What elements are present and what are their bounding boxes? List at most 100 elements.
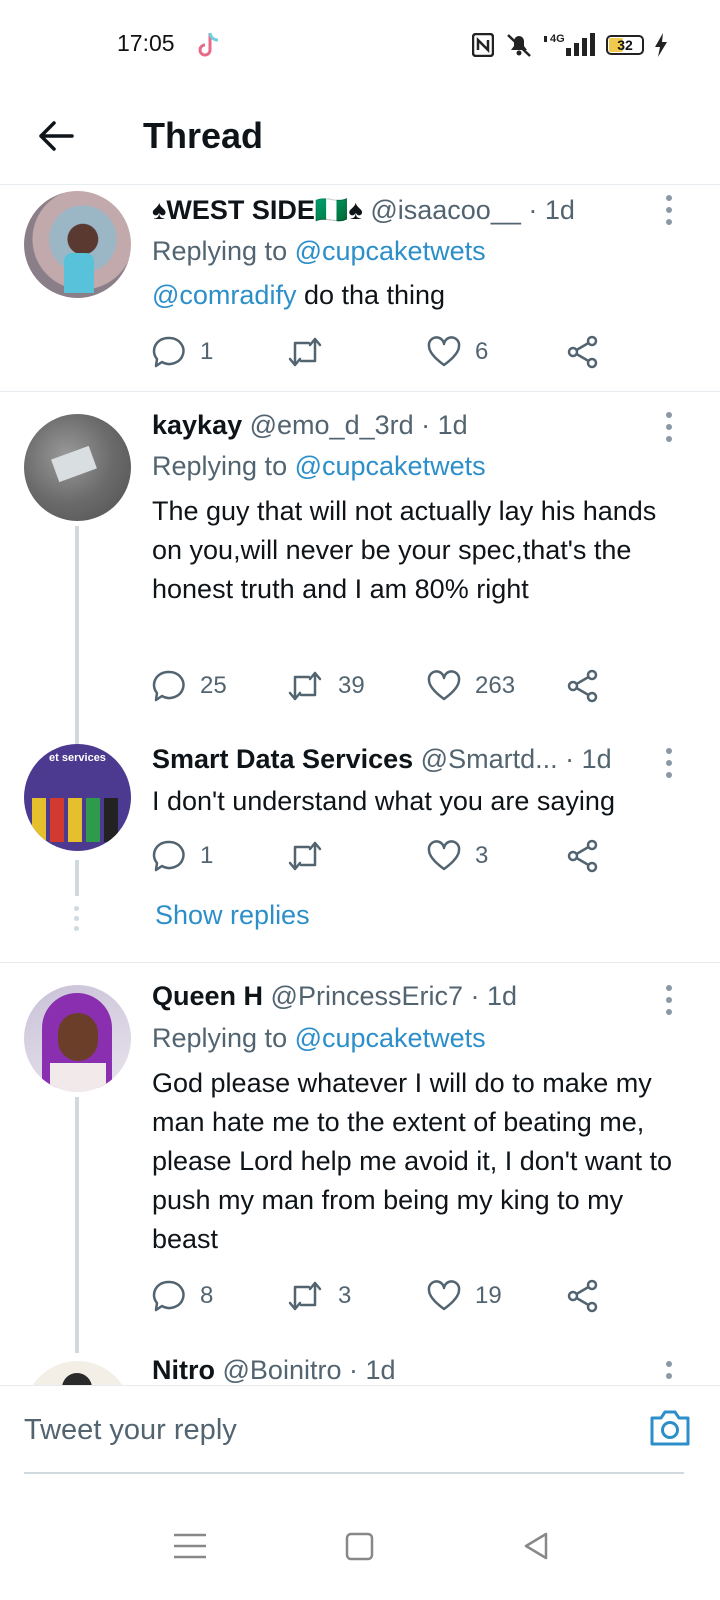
reply-button[interactable]: 1 — [152, 836, 213, 876]
retweet-button[interactable]: 39 — [286, 666, 365, 706]
more-options-icon[interactable] — [666, 748, 674, 784]
share-button[interactable] — [566, 332, 600, 372]
system-nav-bar — [0, 1490, 720, 1600]
tweet-text: @comradify do tha thing — [152, 280, 446, 310]
arrow-left-icon[interactable] — [36, 116, 76, 156]
thread-header: Thread — [0, 92, 720, 185]
mute-icon — [507, 34, 531, 57]
tweet-text: I don't understand what you are saying — [152, 786, 615, 816]
reply-input[interactable]: Tweet your reply — [24, 1414, 237, 1447]
nfc-icon — [472, 33, 494, 57]
camera-icon[interactable] — [648, 1406, 692, 1450]
avatar[interactable] — [24, 191, 131, 298]
avatar[interactable]: et services — [24, 744, 131, 851]
show-replies-link[interactable]: Show replies — [155, 900, 310, 931]
more-options-icon[interactable] — [666, 1361, 674, 1385]
tweet-actions: 1 3 — [152, 836, 622, 876]
replying-to: Replying to @cupcaketwets — [152, 236, 486, 266]
handle[interactable]: @isaacoo__ — [370, 195, 521, 225]
retweet-button[interactable] — [286, 332, 338, 372]
share-icon — [567, 839, 598, 873]
tweet[interactable]: et services Smart Data Services @Smartd.… — [0, 734, 720, 962]
reply-composer: Tweet your reply — [0, 1385, 720, 1491]
timestamp: · 1d — [528, 195, 575, 225]
tweet-actions: 8 3 19 — [152, 1276, 622, 1316]
svg-text:4G: 4G — [550, 33, 565, 45]
heart-icon — [427, 670, 461, 701]
like-button[interactable]: 19 — [427, 1276, 502, 1316]
display-name[interactable]: Queen H — [152, 981, 263, 1011]
tiktok-icon — [198, 32, 219, 57]
thread-line — [75, 860, 79, 896]
reply-icon — [152, 1280, 185, 1312]
more-options-icon[interactable] — [666, 985, 674, 1021]
share-icon — [567, 335, 598, 369]
share-button[interactable] — [566, 836, 600, 876]
heart-icon — [427, 336, 461, 367]
retweet-button[interactable]: 3 — [286, 1276, 351, 1316]
timestamp: · 1d — [565, 744, 612, 774]
tweet[interactable]: ♠WEST SIDE🇳🇬♠ @isaacoo__ · 1d Replying t… — [0, 185, 720, 391]
tweet[interactable]: kaykay @emo_d_3rd · 1d Replying to @cupc… — [0, 392, 720, 766]
page-title: Thread — [143, 115, 264, 156]
reply-button[interactable]: 8 — [152, 1276, 213, 1316]
share-button[interactable] — [566, 1276, 600, 1316]
replying-to: Replying to @cupcaketwets — [152, 1023, 486, 1053]
more-options-icon[interactable] — [666, 195, 674, 231]
more-replies-dots — [74, 906, 80, 936]
reply-input-underline — [24, 1472, 684, 1474]
share-icon — [567, 1279, 598, 1313]
tweet[interactable]: Nitro @Boinitro · 1d — [0, 1353, 720, 1385]
timestamp: · 1d — [421, 410, 468, 440]
display-name[interactable]: Nitro — [152, 1355, 215, 1385]
avatar[interactable] — [24, 1361, 131, 1385]
charging-icon — [655, 33, 667, 57]
timestamp: · 1d — [470, 981, 518, 1011]
tweet[interactable]: Queen H @PrincessEric7 · 1d Replying to … — [0, 963, 720, 1353]
tweet-text: God please whatever I will do to make my… — [152, 1068, 672, 1254]
tweet-text: The guy that will not actually lay his h… — [152, 496, 657, 604]
avatar[interactable] — [24, 985, 131, 1092]
tweet-actions: 1 6 — [152, 332, 622, 372]
thread-line — [75, 526, 79, 766]
reply-icon — [152, 840, 185, 872]
replying-to: Replying to @cupcaketwets — [152, 451, 486, 481]
like-button[interactable]: 3 — [427, 836, 488, 876]
reply-icon — [152, 670, 185, 702]
status-time: 17:05 — [117, 30, 175, 56]
retweet-button[interactable] — [286, 836, 338, 876]
home-square-icon[interactable] — [340, 1526, 380, 1566]
status-bar: 17:05 4G 32 — [0, 0, 720, 92]
reply-button[interactable]: 1 — [152, 332, 213, 372]
replying-to-link[interactable]: @cupcaketwets — [295, 236, 486, 266]
menu-icon[interactable] — [170, 1526, 210, 1566]
heart-icon — [427, 1280, 461, 1311]
display-name[interactable]: Smart Data Services — [152, 744, 413, 774]
handle[interactable]: @Boinitro — [223, 1355, 342, 1385]
share-icon — [567, 669, 598, 703]
handle[interactable]: @emo_d_3rd — [250, 410, 414, 440]
like-button[interactable]: 263 — [427, 666, 515, 706]
signal-icon: 4G — [544, 33, 595, 56]
replying-to-link[interactable]: @cupcaketwets — [295, 1023, 486, 1053]
thread-line — [75, 1097, 79, 1353]
share-button[interactable] — [566, 666, 600, 706]
more-options-icon[interactable] — [666, 412, 674, 448]
retweet-icon — [288, 337, 322, 367]
handle[interactable]: @Smartd... — [421, 744, 558, 774]
display-name[interactable]: kaykay — [152, 410, 242, 440]
timestamp: · 1d — [349, 1355, 396, 1385]
handle[interactable]: @PrincessEric7 — [271, 981, 463, 1011]
retweet-icon — [288, 1281, 322, 1311]
avatar[interactable] — [24, 414, 131, 521]
like-button[interactable]: 6 — [427, 332, 488, 372]
retweet-icon — [288, 671, 322, 701]
reply-icon — [152, 336, 185, 368]
display-name[interactable]: ♠WEST SIDE🇳🇬♠ — [152, 195, 363, 225]
back-triangle-icon[interactable] — [518, 1526, 558, 1566]
retweet-icon — [288, 841, 322, 871]
mention-link[interactable]: @comradify — [152, 280, 296, 310]
heart-icon — [427, 840, 461, 871]
replying-to-link[interactable]: @cupcaketwets — [295, 451, 486, 481]
reply-button[interactable]: 25 — [152, 666, 227, 706]
